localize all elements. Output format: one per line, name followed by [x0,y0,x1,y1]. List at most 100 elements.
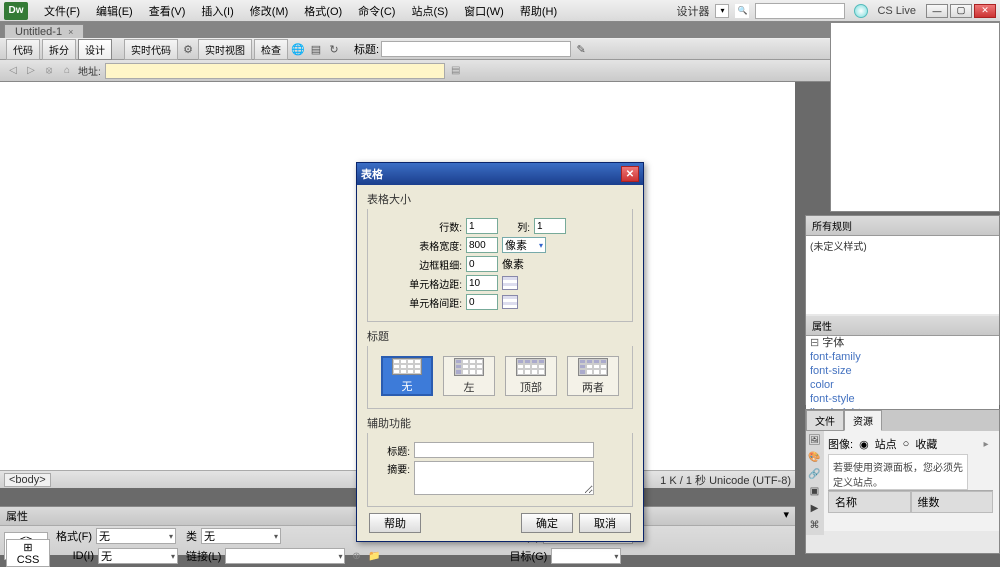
dialog-close-button[interactable]: ✕ [621,166,639,182]
menu-help[interactable]: 帮助(H) [512,1,565,21]
menubar: Dw 文件(F) 编辑(E) 查看(V) 插入(I) 修改(M) 格式(O) 命… [0,0,1000,22]
prop-font-size[interactable]: font-size [810,364,995,378]
rules-header[interactable]: 所有规则 [806,216,999,236]
border-input[interactable]: 0 [466,256,498,272]
link-point-icon[interactable]: ⊕ [349,549,363,563]
back-icon[interactable]: ◁ [6,64,20,78]
aux-legend: 辅助功能 [367,415,633,431]
search-input[interactable] [755,3,845,19]
prop-font-style[interactable]: font-style [810,392,995,406]
menu-file[interactable]: 文件(F) [36,1,88,21]
asset-image-icon[interactable]: 🖼 [807,433,822,448]
font-group-label[interactable]: 字体 [822,337,844,349]
menu-modify[interactable]: 修改(M) [242,1,297,21]
target-label: 目标(G) [509,548,547,564]
title-input[interactable] [381,41,571,57]
tab-files[interactable]: 文件 [806,410,844,431]
stop-icon[interactable]: ⦻ [42,64,56,78]
view-design-button[interactable]: 设计 [78,39,112,60]
dialog-titlebar[interactable]: 表格 ✕ [357,163,643,185]
link-label: 链接(L) [186,548,221,564]
col-dim[interactable]: 维数 [911,491,994,513]
link-browse-icon[interactable]: 📁 [367,549,381,563]
target-select[interactable]: ▾ [551,548,621,564]
css-mode-button[interactable]: ⊞CSS [6,539,50,567]
table-dialog: 表格 ✕ 表格大小 行数: 1 列: 1 表格宽度: 800 像素▾ 边框粗细:… [356,162,644,542]
maximize-button[interactable]: ▢ [950,4,972,18]
address-input[interactable] [105,63,445,79]
border-label: 边框粗细: [404,257,462,272]
designer-dropdown[interactable]: ▾ [715,4,729,18]
menu-format[interactable]: 格式(O) [296,1,350,21]
class-select[interactable]: 无▾ [201,528,281,544]
title-label: 标题: [354,41,379,57]
document-tab-name: Untitled-1 [15,26,62,38]
inspect-button[interactable]: 检查 [254,39,288,60]
col-name[interactable]: 名称 [828,491,911,513]
hdr-opt-top[interactable]: 顶部 [505,356,557,396]
tag-selector[interactable]: <body> [4,473,51,487]
toolbar-extra-icon[interactable]: ✎ [573,41,589,57]
pi-menu-icon[interactable]: ▾ [783,508,789,524]
format-select[interactable]: 无▾ [96,528,176,544]
menu-command[interactable]: 命令(C) [350,1,403,21]
tab-assets[interactable]: 资源 [844,410,882,431]
caption-input[interactable] [414,442,594,458]
nav-icon[interactable]: ▤ [308,41,324,57]
width-input[interactable]: 800 [466,237,498,253]
status-info: 1 K / 1 秒 Unicode (UTF-8) [660,472,791,488]
pad-input[interactable]: 10 [466,275,498,291]
hdr-opt-both[interactable]: 两者 [567,356,619,396]
address-extra-icon[interactable]: ▤ [449,64,463,78]
cslive-label[interactable]: CS Live [877,5,916,17]
view-code-button[interactable]: 代码 [6,39,40,60]
hdr-opt-left[interactable]: 左 [443,356,495,396]
asset-movie-icon[interactable]: ▶ [807,501,822,516]
hdr-opt-none[interactable]: 无 [381,356,433,396]
menu-view[interactable]: 查看(V) [141,1,194,21]
view-split-button[interactable]: 拆分 [42,39,76,60]
ok-button[interactable]: 确定 [521,513,573,533]
width-unit-select[interactable]: 像素▾ [502,237,546,253]
css-props-header[interactable]: 属性 [806,316,999,336]
live-view-button[interactable]: 实时视图 [198,39,252,60]
css-rules-panel: 所有规则 (未定义样式) 属性 ⊟ 字体 font-family font-si… [805,215,1000,405]
menu-edit[interactable]: 编辑(E) [88,1,141,21]
live-code-button[interactable]: 实时代码 [124,39,178,60]
space-input[interactable]: 0 [466,294,498,310]
help-button[interactable]: 帮助 [369,513,421,533]
site-radio[interactable]: ◉ [859,438,869,451]
cols-label: 列: [502,219,530,234]
globe-icon[interactable]: 🌐 [290,41,306,57]
space-label: 单元格间距: [404,295,462,310]
summary-input[interactable] [414,461,594,495]
link-select[interactable]: ▾ [225,548,345,564]
live-code-icon[interactable]: ⚙ [180,41,196,57]
asset-color-icon[interactable]: 🎨 [807,450,822,465]
id-select[interactable]: 无▾ [98,548,178,564]
cslive-icon[interactable] [854,4,868,18]
fav-radio[interactable]: ○ [903,438,910,450]
refresh-icon[interactable]: ↻ [326,41,342,57]
cols-input[interactable]: 1 [534,218,566,234]
forward-icon[interactable]: ▷ [24,64,38,78]
menu-insert[interactable]: 插入(I) [193,1,241,21]
size-legend: 表格大小 [367,191,633,207]
document-tab[interactable]: Untitled-1 × [4,24,84,38]
cancel-button[interactable]: 取消 [579,513,631,533]
close-button[interactable]: ✕ [974,4,996,18]
search-icon[interactable]: 🔍 [735,4,749,18]
menu-site[interactable]: 站点(S) [403,1,456,21]
asset-script-icon[interactable]: ⌘ [807,518,822,533]
minimize-button[interactable]: — [926,4,948,18]
menu-window[interactable]: 窗口(W) [456,1,512,21]
tab-close-icon[interactable]: × [68,27,73,37]
home-icon[interactable]: ⌂ [60,64,74,78]
rows-input[interactable]: 1 [466,218,498,234]
img-label: 图像: [828,436,853,452]
asset-url-icon[interactable]: 🔗 [807,467,822,482]
prop-font-family[interactable]: font-family [810,350,995,364]
panel-arrow-icon[interactable]: ▸ [979,437,993,451]
asset-flash-icon[interactable]: ▣ [807,484,822,499]
prop-color[interactable]: color [810,378,995,392]
